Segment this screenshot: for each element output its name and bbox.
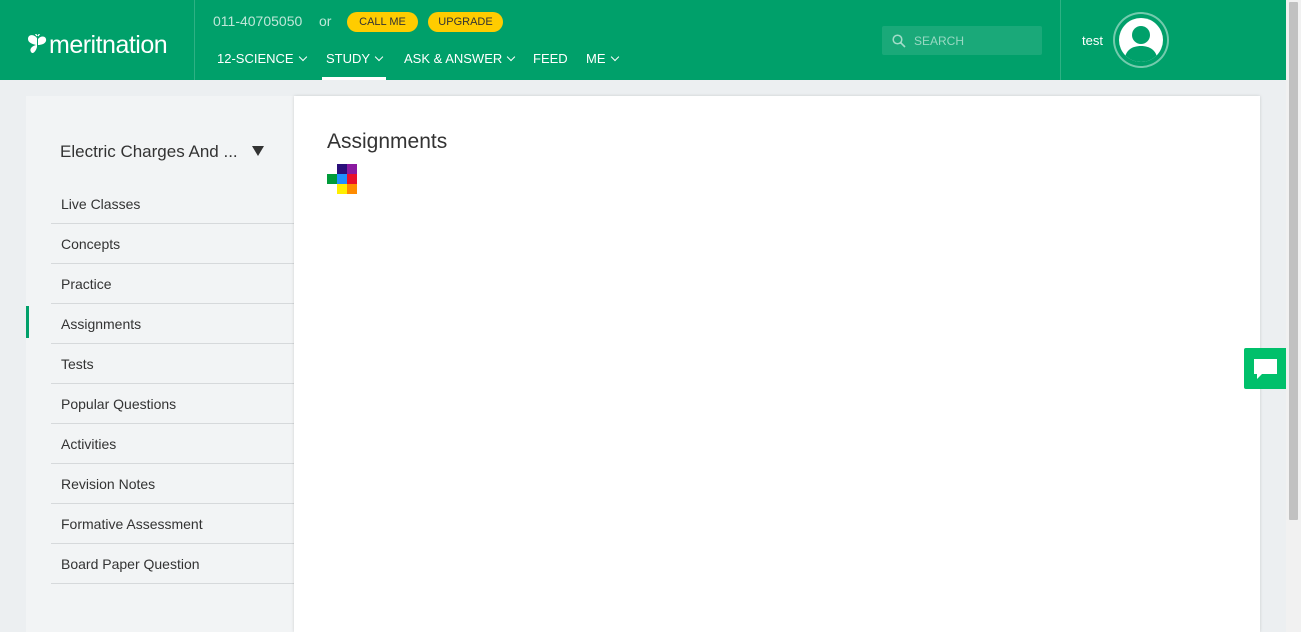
header-divider xyxy=(1060,0,1061,80)
nav-study[interactable]: STUDY xyxy=(322,46,387,80)
loader-tile xyxy=(347,164,357,174)
sidebar-item-formative-assessment[interactable]: Formative Assessment xyxy=(51,504,294,544)
nav-label: ME xyxy=(586,51,606,66)
chevron-down-icon xyxy=(507,52,516,62)
loading-spinner-icon xyxy=(327,164,357,194)
user-avatar[interactable] xyxy=(1113,12,1169,68)
chapter-selector[interactable]: Electric Charges And ... xyxy=(60,142,238,162)
loader-tile xyxy=(347,184,357,194)
nav-12-science[interactable]: 12-SCIENCE xyxy=(217,46,307,80)
upgrade-button[interactable]: UPGRADE xyxy=(428,12,503,32)
chat-bubble-icon xyxy=(1254,359,1277,379)
butterfly-logo-icon xyxy=(28,34,47,54)
nav-me[interactable]: ME xyxy=(586,46,619,80)
nav-ask-answer[interactable]: ASK & ANSWER xyxy=(404,46,516,80)
sidebar-item-assignments[interactable]: Assignments xyxy=(26,304,294,344)
search-input[interactable] xyxy=(914,33,1034,48)
logo-wordmark: meritnation xyxy=(49,31,168,59)
main-content: Assignments xyxy=(294,96,1260,632)
user-avatar-icon xyxy=(1119,18,1163,62)
page-scrollbar[interactable] xyxy=(1286,0,1301,632)
sidebar-menu: Live Classes Concepts Practice Assignmen… xyxy=(26,184,294,584)
nav-label: FEED xyxy=(533,51,568,66)
chevron-down-icon xyxy=(374,52,384,62)
sidebar-item-live-classes[interactable]: Live Classes xyxy=(51,184,294,224)
sidebar-item-revision-notes[interactable]: Revision Notes xyxy=(51,464,294,504)
nav-label: ASK & ANSWER xyxy=(404,51,503,66)
call-me-button[interactable]: CALL ME xyxy=(347,12,418,32)
sidebar-item-board-paper-question[interactable]: Board Paper Question xyxy=(51,544,294,584)
search-icon xyxy=(892,33,906,48)
scrollbar-thumb[interactable] xyxy=(1289,2,1298,520)
nav-feed[interactable]: FEED xyxy=(533,46,568,80)
page-title: Assignments xyxy=(327,130,448,153)
username[interactable]: test xyxy=(1082,33,1103,48)
caret-down-icon[interactable] xyxy=(252,146,264,156)
or-separator: or xyxy=(319,13,332,29)
sidebar-item-popular-questions[interactable]: Popular Questions xyxy=(51,384,294,424)
nav-label: 12-SCIENCE xyxy=(217,51,294,66)
sidebar-item-concepts[interactable]: Concepts xyxy=(51,224,294,264)
nav-label: STUDY xyxy=(326,51,371,66)
top-header: meritnation 011-40705050 or CALL ME UPGR… xyxy=(0,0,1286,80)
header-divider xyxy=(194,0,195,80)
loader-tile xyxy=(337,164,347,174)
sidebar-item-tests[interactable]: Tests xyxy=(51,344,294,384)
loader-tile xyxy=(347,174,357,184)
sidebar-item-practice[interactable]: Practice xyxy=(51,264,294,304)
chevron-down-icon xyxy=(610,52,619,62)
chevron-down-icon xyxy=(298,52,307,62)
meritnation-logo[interactable]: meritnation xyxy=(26,22,168,59)
search-box[interactable] xyxy=(882,26,1042,55)
loader-tile xyxy=(337,174,347,184)
loader-tile xyxy=(327,174,337,184)
study-sidebar: Electric Charges And ... Live Classes Co… xyxy=(26,96,294,632)
loader-tile xyxy=(337,184,347,194)
phone-number: 011-40705050 xyxy=(213,13,303,29)
sidebar-item-activities[interactable]: Activities xyxy=(51,424,294,464)
chat-button[interactable] xyxy=(1244,348,1286,389)
